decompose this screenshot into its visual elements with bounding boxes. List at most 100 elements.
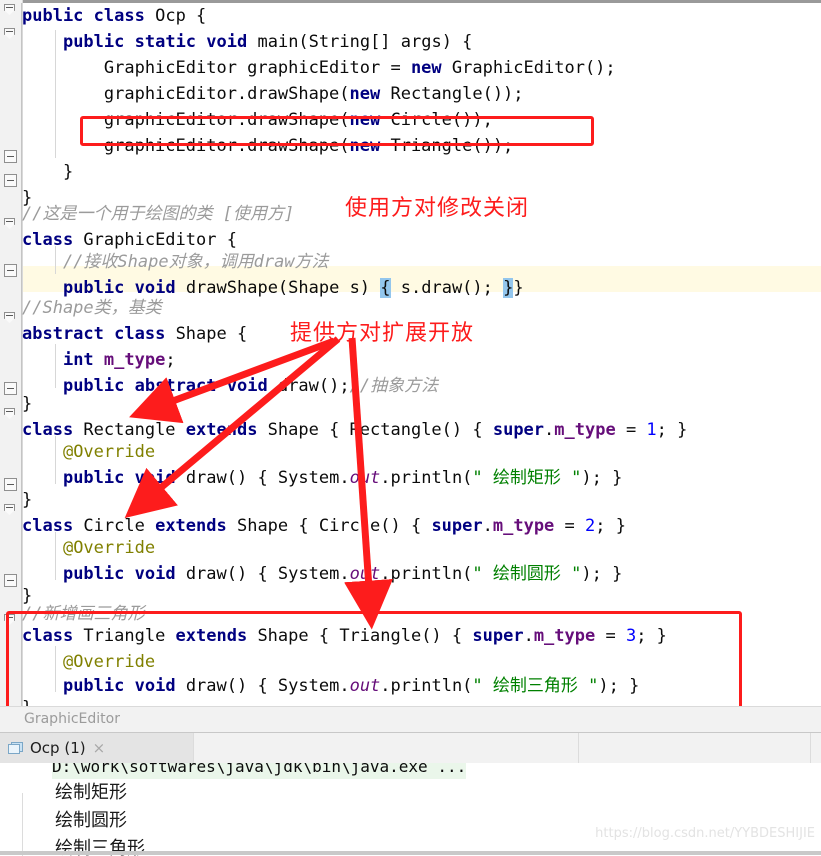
- code-line: }: [22, 391, 32, 417]
- code-token: drawShape(Shape s): [175, 278, 381, 298]
- code-token: Shape {: [165, 324, 248, 344]
- run-config-icon: [8, 741, 24, 755]
- editor-gutter[interactable]: [0, 0, 23, 710]
- console-output-line: 绘制矩形: [55, 782, 127, 803]
- code-token: m_type: [103, 350, 166, 370]
- code-token: draw() { System.: [175, 468, 350, 488]
- code-token: }: [503, 278, 514, 298]
- code-token: ; }: [656, 420, 688, 440]
- console-command-line: D:\work\softwares\java\jdk\bin\java.exe …: [52, 763, 467, 779]
- code-token: .println(: [380, 468, 473, 488]
- fold-end-icon[interactable]: [4, 574, 17, 587]
- code-line: public abstract void draw();//抽象方法: [22, 373, 438, 399]
- code-line: public static void main(String[] args) {: [22, 29, 472, 55]
- breadcrumb[interactable]: GraphicEditor: [0, 706, 821, 733]
- fold-collapse-icon[interactable]: [4, 504, 17, 517]
- code-token: void: [134, 564, 176, 584]
- code-token: }: [22, 162, 74, 182]
- fold-end-icon[interactable]: [4, 264, 17, 277]
- code-token: extends: [155, 516, 227, 536]
- fold-end-icon[interactable]: [4, 478, 17, 491]
- code-token: @Override: [62, 538, 156, 558]
- fold-end-icon[interactable]: [4, 150, 17, 163]
- code-token: Rectangle: [73, 420, 186, 440]
- code-token: void: [134, 468, 176, 488]
- code-token: public: [62, 32, 125, 52]
- code-token: Shape { Rectangle() {: [257, 420, 493, 440]
- code-token: public: [62, 564, 125, 584]
- code-token: ; }: [595, 516, 626, 536]
- close-icon[interactable]: ×: [93, 739, 106, 757]
- breadcrumb-label: GraphicEditor: [24, 711, 120, 727]
- code-line: public class Ocp {: [22, 3, 206, 29]
- code-token: Shape { Circle() {: [226, 516, 432, 536]
- fold-collapse-icon[interactable]: [4, 312, 17, 325]
- code-token: class: [22, 420, 74, 440]
- code-token: GraphicEditor {: [73, 230, 237, 250]
- code-token: " 绘制矩形 ": [472, 468, 582, 488]
- code-token: main(String[] args) {: [247, 32, 473, 52]
- code-token: public: [22, 6, 84, 26]
- code-token: ); }: [581, 564, 623, 584]
- fold-collapse-icon[interactable]: [4, 408, 17, 421]
- code-token: extends: [185, 420, 258, 440]
- ide-screenshot: public class Ocp { public static void ma…: [0, 0, 821, 856]
- watermark: https://blog.csdn.net/YYBDESHIJIE: [595, 826, 815, 841]
- code-token: abstract: [22, 324, 104, 344]
- code-token: Rectangle());: [380, 84, 524, 104]
- fold-end-icon[interactable]: [4, 174, 17, 187]
- console-output[interactable]: D:\work\softwares\java\jdk\bin\java.exe …: [0, 763, 821, 856]
- code-token: class: [93, 6, 145, 26]
- open-for-extension-label: 提供方对扩展开放: [290, 321, 475, 346]
- tab-separator: [193, 733, 194, 763]
- code-token: class: [22, 230, 74, 250]
- code-editor[interactable]: public class Ocp { public static void ma…: [0, 0, 821, 710]
- code-token: m_type: [554, 420, 616, 440]
- code-token: }: [22, 394, 33, 414]
- code-token: new: [410, 58, 442, 78]
- code-token: void: [226, 376, 268, 396]
- code-token: ;: [165, 350, 176, 370]
- code-token: }: [513, 278, 524, 298]
- code-token: //抽象方法: [349, 376, 439, 396]
- code-token: s.draw();: [390, 278, 504, 298]
- code-token: public: [62, 376, 125, 396]
- fold-collapse-icon[interactable]: [4, 218, 17, 231]
- run-tab-strip[interactable]: Ocp (1) ×: [0, 733, 821, 764]
- code-line: GraphicEditor graphicEditor = new Graphi…: [22, 55, 616, 81]
- code-token: draw();: [267, 376, 350, 396]
- code-token: Circle: [73, 516, 156, 536]
- code-line: //这是一个用于绘图的类 [使用方]: [22, 201, 294, 227]
- window-bottom-border: [0, 851, 821, 855]
- code-token: super: [492, 420, 545, 440]
- fold-collapse-icon[interactable]: [4, 4, 17, 17]
- triangle-class-highlight-box: [6, 611, 742, 710]
- fold-collapse-icon[interactable]: [4, 28, 17, 41]
- code-token: GraphicEditor graphicEditor =: [22, 58, 411, 78]
- code-line: //Shape类，基类: [22, 295, 162, 321]
- code-line: }: [22, 159, 73, 185]
- code-token: m_type: [492, 516, 555, 536]
- code-line: public void draw() { System.out.println(…: [22, 561, 622, 587]
- code-line: }: [22, 487, 32, 513]
- tab-separator: [810, 733, 811, 763]
- code-line: int m_type;: [22, 347, 176, 373]
- code-token: //Shape类，基类: [22, 298, 162, 318]
- code-token: graphicEditor.drawShape(: [22, 84, 350, 104]
- code-token: static: [134, 32, 197, 52]
- tab-ocp-run[interactable]: Ocp (1) ×: [0, 733, 193, 763]
- tab-separator: [578, 733, 579, 763]
- code-token: class: [22, 516, 74, 536]
- fold-end-icon[interactable]: [4, 382, 17, 395]
- code-token: Ocp {: [144, 6, 207, 26]
